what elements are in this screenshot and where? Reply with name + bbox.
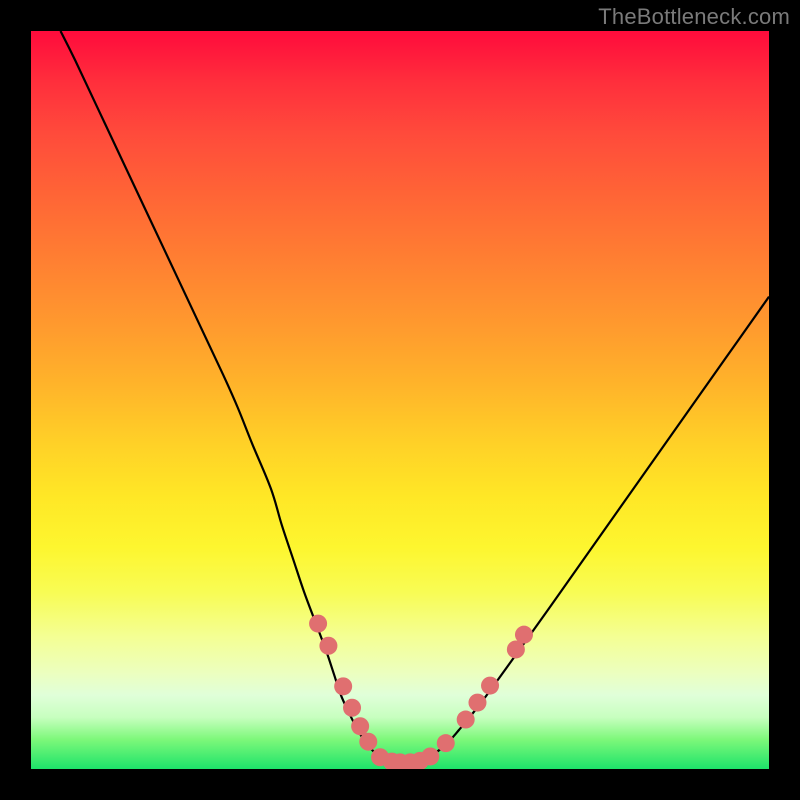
data-marker — [468, 694, 486, 712]
data-marker — [351, 717, 369, 735]
plot-area — [31, 31, 769, 769]
data-markers — [309, 615, 533, 769]
chart-svg — [31, 31, 769, 769]
data-marker — [319, 637, 337, 655]
data-marker — [359, 733, 377, 751]
bottleneck-curve — [61, 31, 769, 762]
watermark-text: TheBottleneck.com — [598, 4, 790, 30]
data-marker — [515, 626, 533, 644]
chart-frame: TheBottleneck.com — [0, 0, 800, 800]
data-marker — [437, 734, 455, 752]
data-marker — [421, 747, 439, 765]
data-marker — [334, 677, 352, 695]
data-marker — [343, 699, 361, 717]
data-marker — [481, 677, 499, 695]
data-marker — [309, 615, 327, 633]
data-marker — [457, 711, 475, 729]
